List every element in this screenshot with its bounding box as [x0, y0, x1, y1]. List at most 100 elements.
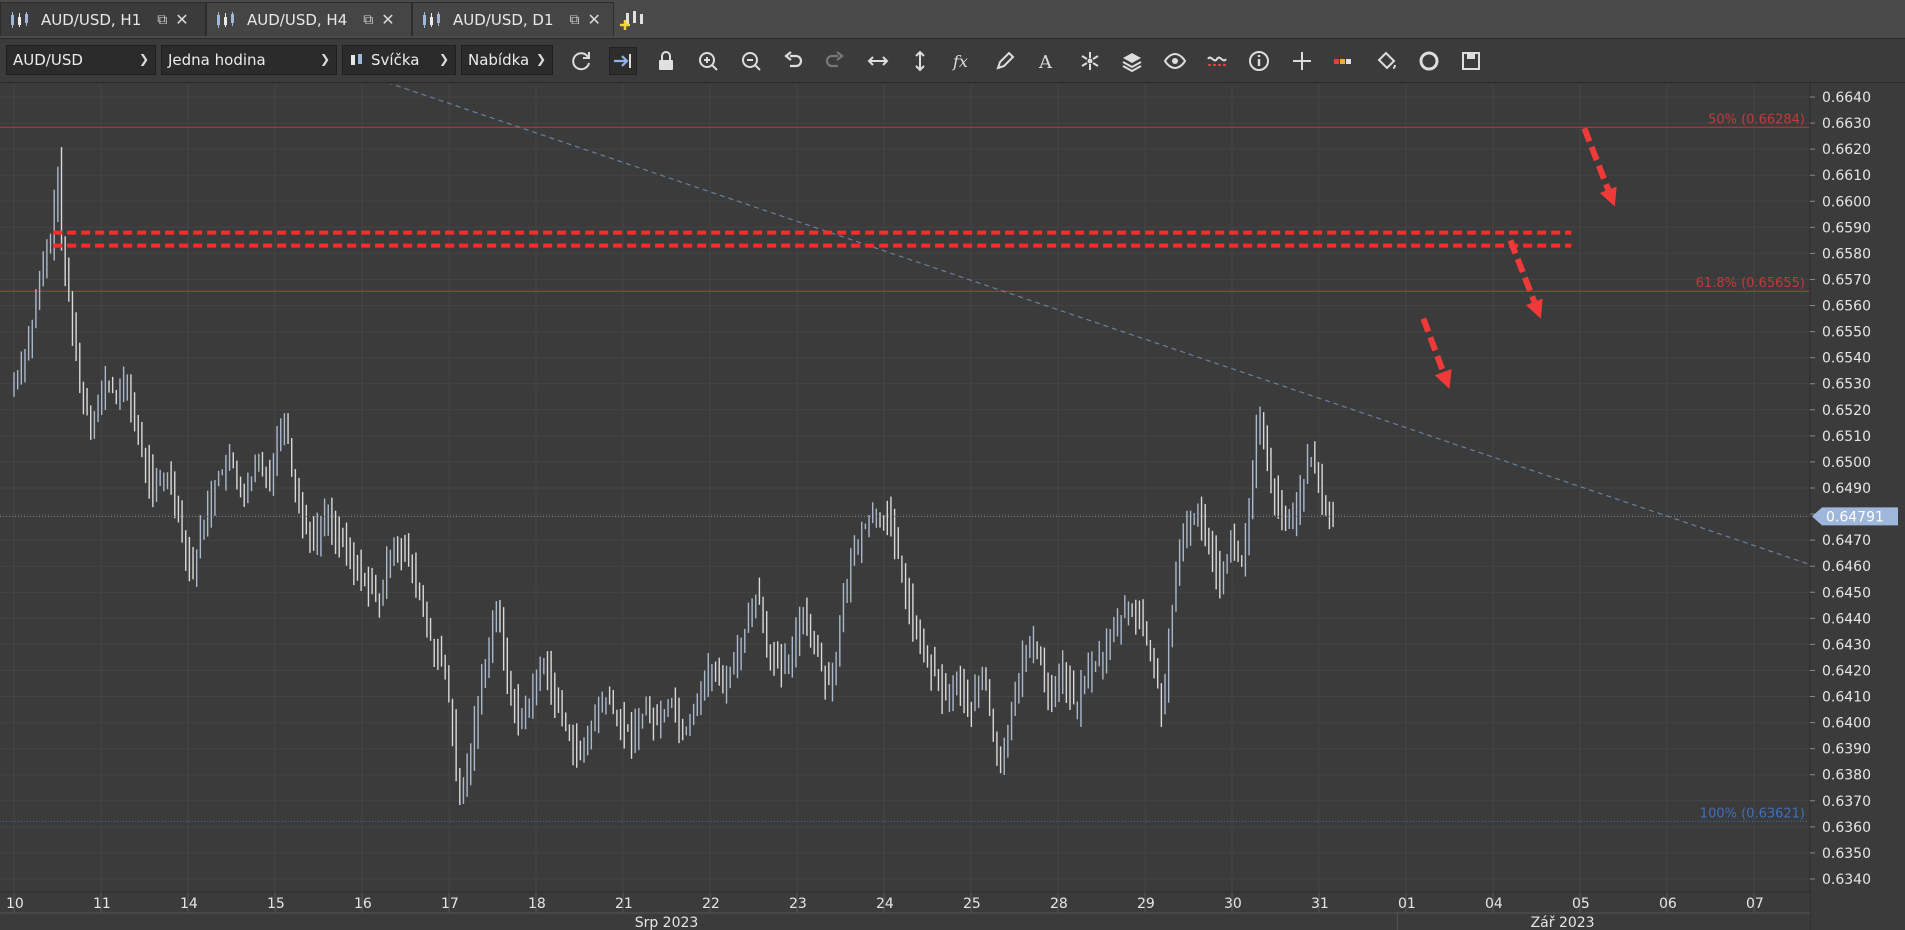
layers-button[interactable] [1118, 47, 1146, 75]
instrument-value: AUD/USD [13, 51, 83, 69]
circle-arrows-button[interactable] [1415, 47, 1443, 75]
y-tick-label: 0.6570 [1822, 272, 1871, 288]
pencil-icon [996, 51, 1015, 70]
fib-level-label: 61.8% (0.65655) [1696, 276, 1805, 291]
indicator-button[interactable] [1203, 47, 1231, 75]
horizontal-arrows-button[interactable] [864, 47, 892, 75]
popout-icon[interactable]: ⧉ [157, 12, 167, 28]
popout-icon[interactable]: ⧉ [570, 12, 580, 28]
price-side-value: Nabídka [468, 51, 530, 69]
y-tick-label: 0.6610 [1822, 168, 1871, 184]
x-tick-label: 29 [1137, 896, 1155, 912]
candlestick-icon [423, 11, 440, 28]
x-tick-label: 11 [93, 896, 111, 912]
vertical-arrows-icon [915, 50, 925, 72]
redo-button[interactable] [821, 47, 849, 75]
x-tick-label: 31 [1311, 896, 1329, 912]
x-tick-label: 14 [180, 896, 198, 912]
y-tick-label: 0.6580 [1822, 246, 1871, 262]
period-value: Jedna hodina [168, 51, 266, 69]
y-tick-label: 0.6390 [1822, 742, 1871, 758]
x-tick-label: 17 [441, 896, 459, 912]
close-icon[interactable]: ✕ [175, 10, 188, 29]
y-tick-label: 0.6630 [1822, 116, 1871, 132]
tab-label: AUD/USD, H4 [247, 10, 348, 29]
toolbar: AUD/USD ❯ Jedna hodina ❯ Svíčka ❯ Nabídk… [0, 39, 1905, 83]
y-tick-label: 0.6350 [1822, 846, 1871, 862]
info-icon [1249, 51, 1270, 71]
circle-arrows-icon [1419, 51, 1439, 71]
y-tick-label: 0.6550 [1822, 325, 1871, 341]
y-tick-label: 0.6340 [1822, 872, 1871, 888]
tab-label: AUD/USD, D1 [453, 10, 554, 29]
undo-button[interactable] [779, 47, 807, 75]
y-tick-label: 0.6440 [1822, 611, 1871, 627]
crosshair-icon [1292, 52, 1311, 70]
x-tick-label: 24 [876, 896, 894, 912]
vertical-arrows-button[interactable] [906, 47, 934, 75]
info-button[interactable] [1245, 47, 1273, 75]
refresh-button[interactable] [567, 47, 595, 75]
close-icon[interactable]: ✕ [588, 10, 601, 29]
y-tick-label: 0.6540 [1822, 351, 1871, 367]
fx-button[interactable]: fx [949, 47, 977, 75]
y-tick-label: 0.6640 [1822, 90, 1871, 106]
chevron-down-icon: ❯ [138, 52, 149, 66]
paint-bucket-button[interactable] [1373, 47, 1401, 75]
x-tick-label: 30 [1224, 896, 1242, 912]
zoom-out-button[interactable] [737, 47, 765, 75]
y-tick-label: 0.6460 [1822, 559, 1871, 575]
y-tick-label: 0.6620 [1822, 142, 1871, 158]
chevron-down-icon: ❯ [535, 52, 546, 66]
star-icon [1081, 52, 1099, 70]
tab-audusd-h4[interactable]: AUD/USD, H4 ⧉ ✕ [206, 2, 412, 36]
chart-background [0, 84, 1905, 930]
redo-icon [826, 51, 845, 68]
y-tick-label: 0.6400 [1822, 716, 1871, 732]
instrument-select[interactable]: AUD/USD ❯ [6, 45, 156, 75]
y-tick-label: 0.6510 [1822, 429, 1871, 445]
crosshair-button[interactable] [1288, 47, 1316, 75]
tab-audusd-d1[interactable]: AUD/USD, D1 ⧉ ✕ [412, 2, 614, 36]
x-tick-label: 28 [1050, 896, 1068, 912]
save-icon [1462, 52, 1481, 70]
zoom-in-icon [699, 52, 718, 71]
tab-audusd-h1[interactable]: AUD/USD, H1 ⧉ ✕ [0, 2, 206, 36]
zoom-in-button[interactable] [694, 47, 722, 75]
auto-shift-button[interactable] [609, 47, 638, 75]
tab-bar: AUD/USD, H1 ⧉ ✕ AUD/USD, H4 ⧉ ✕ AUD/USD,… [0, 0, 1905, 39]
chevron-down-icon: ❯ [438, 52, 449, 66]
candlestick-icon [11, 11, 28, 28]
chart-type-select[interactable]: Svíčka ❯ [342, 45, 456, 75]
close-icon[interactable]: ✕ [381, 10, 394, 29]
x-tick-label: 15 [267, 896, 285, 912]
y-tick-label: 0.6530 [1822, 377, 1871, 393]
x-tick-label: 21 [615, 896, 633, 912]
y-tick-label: 0.6520 [1822, 403, 1871, 419]
eye-button[interactable] [1161, 47, 1189, 75]
add-chart-icon[interactable] [620, 8, 646, 30]
refresh-icon [572, 52, 590, 71]
price-side-select[interactable]: Nabídka ❯ [461, 45, 553, 75]
text-icon: A [1038, 52, 1053, 73]
pencil-button[interactable] [991, 47, 1019, 75]
eye-icon [1163, 52, 1186, 70]
indicator-icon [1207, 56, 1227, 66]
chart-type-value: Svíčka [371, 51, 420, 69]
x-tick-label: 22 [702, 896, 720, 912]
period-select[interactable]: Jedna hodina ❯ [161, 45, 337, 75]
save-button[interactable] [1457, 47, 1485, 75]
x-tick-label: 25 [963, 896, 981, 912]
price-chart[interactable]: 50% (0.66284) 61.8% (0.65655) 100% (0.6362… [0, 84, 1905, 930]
x-tick-label: 10 [6, 896, 24, 912]
month-label: Zář 2023 [1531, 915, 1595, 930]
text-button[interactable]: A [1033, 47, 1061, 75]
lock-button[interactable] [652, 47, 680, 75]
y-tick-label: 0.6380 [1822, 768, 1871, 784]
popout-icon[interactable]: ⧉ [363, 12, 373, 28]
color-bar-button[interactable] [1330, 47, 1358, 75]
star-button[interactable] [1076, 47, 1104, 75]
lock-icon [658, 51, 673, 70]
y-tick-label: 0.6470 [1822, 533, 1871, 549]
y-tick-label: 0.6410 [1822, 690, 1871, 706]
